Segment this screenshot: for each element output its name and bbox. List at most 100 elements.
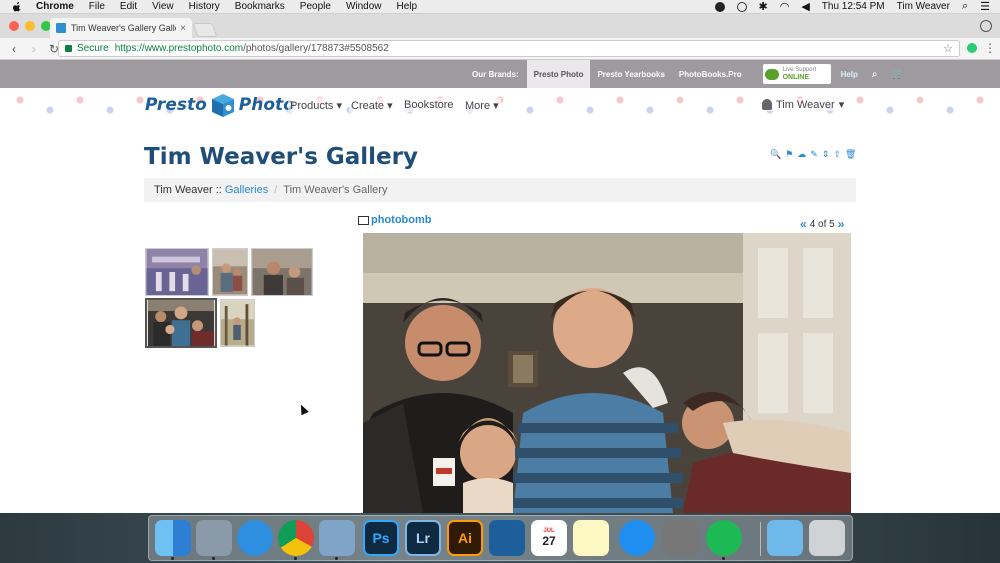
cart-icon[interactable]: 🛒 [892,69,904,80]
secure-label: Secure [77,43,109,54]
brand-presto-yearbooks[interactable]: Presto Yearbooks [590,60,671,88]
photoshop-icon[interactable]: Ps [363,520,399,556]
preview-icon[interactable] [319,520,355,556]
spotlight-search-icon[interactable]: ⌕ [962,0,968,13]
keynote-icon[interactable] [489,520,525,556]
new-tab-button[interactable] [192,23,218,37]
menu-window[interactable]: Window [346,1,382,12]
bookmark-tool-icon[interactable]: ⚑ [785,149,793,160]
photo-title: photobomb [371,214,432,226]
finder-icon[interactable] [155,520,191,556]
breadcrumb-user: Tim Weaver [154,184,213,196]
illustrator-icon[interactable]: Ai [447,520,483,556]
live-support-status: ONLINE [782,74,810,81]
browser-tab-strip: Tim Weaver's Gallery Gallery × [0,14,1000,38]
logo-text-photo: Photo [238,95,295,115]
menubar-clock[interactable]: Thu 12:54 PM [822,1,885,12]
edit-icon[interactable]: ✎ [810,149,818,160]
menu-people[interactable]: People [300,1,331,12]
live-support-button[interactable]: Live Support ONLINE [762,64,831,84]
site-search-icon[interactable]: ⌕ [872,69,878,80]
next-photo-button[interactable]: » [838,217,845,231]
breadcrumb-separator: :: [215,184,222,196]
user-icon [762,99,772,110]
menu-file[interactable]: File [89,1,105,12]
menu-bookmarks[interactable]: Bookmarks [235,1,285,12]
bluetooth-icon[interactable]: ✱ [759,0,768,13]
extension-icon[interactable] [967,43,977,53]
notification-center-icon[interactable]: ☰ [980,0,990,13]
breadcrumb-galleries-link[interactable]: Galleries [225,184,268,196]
menu-help[interactable]: Help [397,1,418,12]
spotify-icon[interactable] [706,520,742,556]
thumbnail-4-selected[interactable] [145,298,217,348]
menubar-status-area: ✱ ◠ ◀ Thu 12:54 PM Tim Weaver ⌕ ☰ [714,0,1000,13]
dock: Ps Lr Ai JUL 27 [148,515,853,561]
menu-app-chrome[interactable]: Chrome [36,1,74,12]
notes-icon[interactable] [573,520,609,556]
sort-icon[interactable]: ⇕ [822,149,830,160]
menu-history[interactable]: History [189,1,220,12]
forward-button[interactable]: › [28,42,40,56]
running-indicator [294,557,297,560]
zoom-tool-icon[interactable]: 🔍 [770,149,781,160]
thumbnail-2[interactable] [212,248,248,296]
brand-photobooks-pro[interactable]: PhotoBooks.Pro [672,60,749,88]
system-preferences-icon[interactable] [663,520,699,556]
menu-edit[interactable]: Edit [120,1,137,12]
window-controls [9,21,51,31]
chrome-icon[interactable] [278,520,314,556]
apple-menu-icon[interactable] [12,1,22,12]
breadcrumb-slash: / [274,184,278,196]
volume-icon[interactable]: ◀ [801,0,809,13]
browser-tab-active[interactable]: Tim Weaver's Gallery Gallery × [50,18,192,38]
brand-presto-photo[interactable]: Presto Photo [526,60,591,88]
nav-products[interactable]: Products ▾ [288,98,344,113]
chrome-menu-icon[interactable]: ⋮ [984,41,996,55]
trash-icon[interactable] [809,520,845,556]
thumbnail-5[interactable] [220,299,255,347]
browser-toolbar: ‹ › ↻ Secure https://www.prestophoto.com… [0,38,1000,60]
mouse-cursor-icon [297,402,309,416]
running-indicator [212,557,215,560]
menu-view[interactable]: View [152,1,174,12]
cloud-download-icon[interactable]: ☁ [797,149,806,160]
site-logo[interactable]: Presto Photo [145,92,295,118]
sync-status-icon[interactable] [736,1,747,12]
user-menu[interactable]: Tim Weaver ▾ [762,98,845,111]
thumbnail-3[interactable] [251,248,313,296]
upload-icon[interactable]: ⇧ [833,149,841,160]
live-support-label: Live Support [782,67,817,73]
tab-close-icon[interactable]: × [180,23,186,34]
logo-text-presto: Presto [145,95,207,115]
breadcrumb: Tim Weaver :: Galleries / Tim Weaver's G… [144,178,856,202]
wifi-icon[interactable]: ◠ [780,0,790,13]
previous-photo-button[interactable]: « [800,217,807,231]
dropbox-status-icon[interactable] [714,1,725,12]
back-button[interactable]: ‹ [8,42,20,56]
calendar-icon[interactable]: JUL 27 [531,520,567,556]
app-store-icon[interactable] [619,520,655,556]
lightroom-icon[interactable]: Lr [405,520,441,556]
trash-icon[interactable]: 🗑 [845,149,856,160]
bookmark-star-icon[interactable]: ☆ [943,42,953,55]
menubar-user[interactable]: Tim Weaver [897,1,950,12]
photo-title-link[interactable]: photobomb [358,214,431,226]
minimize-window-button[interactable] [25,21,35,31]
photo-pager: « 4 of 5 » [800,217,844,231]
thumbnail-1[interactable] [145,248,209,296]
profile-icon[interactable] [980,20,992,32]
nav-create[interactable]: Create ▾ [349,98,395,113]
help-link[interactable]: Help [841,70,858,79]
close-window-button[interactable] [9,21,19,31]
chevron-down-icon: ▾ [838,99,845,111]
safari-icon[interactable] [237,520,273,556]
downloads-folder-icon[interactable] [767,520,803,556]
image-capture-icon[interactable] [196,520,232,556]
nav-more[interactable]: More ▾ [463,98,501,113]
our-brands-label: Our Brands: [472,69,519,79]
main-photo[interactable] [363,233,851,513]
nav-bookstore[interactable]: Bookstore [402,98,456,112]
address-bar[interactable]: Secure https://www.prestophoto.com/photo… [58,40,960,57]
chat-bubble-icon [764,68,779,80]
